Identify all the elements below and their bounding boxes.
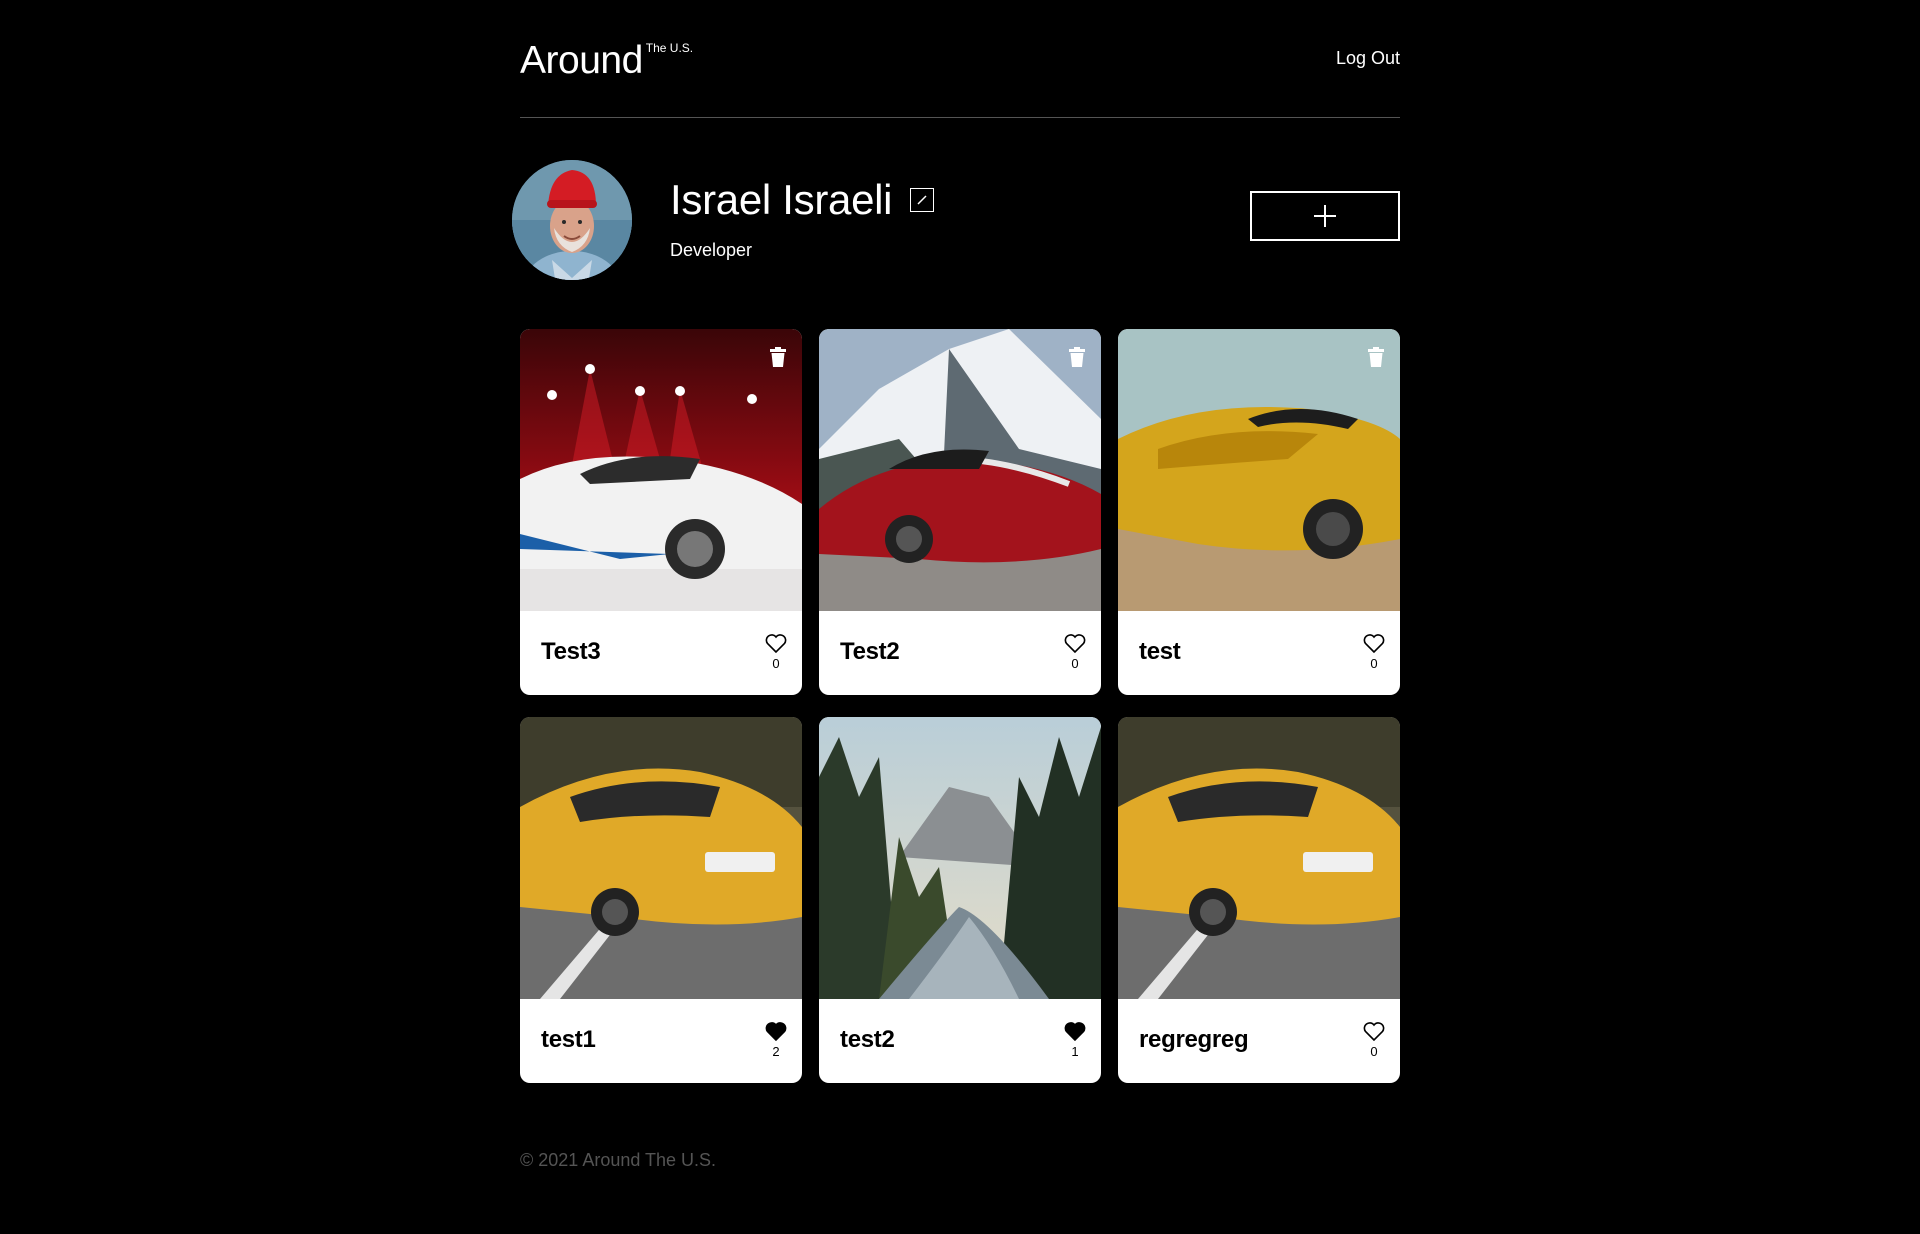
avatar-image xyxy=(512,160,632,280)
page: Around The U.S. Log Out Israel Israeli D… xyxy=(512,0,1400,1170)
logo-superscript: The U.S. xyxy=(645,41,694,55)
heart-filled-icon[interactable] xyxy=(1064,1021,1086,1041)
logo: Around The U.S. xyxy=(520,38,693,84)
trash-icon[interactable] xyxy=(1068,347,1086,367)
like-count: 0 xyxy=(1370,656,1378,671)
cards-grid: Test3 0 Test2 0 test 0 test1 2 test2 1 r… xyxy=(520,329,1400,1083)
heart-icon[interactable] xyxy=(765,633,787,653)
like-group: 0 xyxy=(1063,633,1087,671)
add-card-button[interactable] xyxy=(1250,191,1400,241)
header: Around The U.S. Log Out xyxy=(520,0,1400,118)
card-footer: test2 1 xyxy=(819,999,1101,1083)
like-group: 0 xyxy=(1362,633,1386,671)
logo-text: Around xyxy=(520,39,643,82)
card: test1 2 xyxy=(520,717,802,1083)
card-title: test xyxy=(1139,638,1181,665)
card-footer: test 0 xyxy=(1118,611,1400,695)
copyright: © 2021 Around The U.S. xyxy=(520,1150,717,1170)
like-count: 0 xyxy=(1071,656,1079,671)
plus-icon xyxy=(1314,205,1336,227)
card-footer: Test2 0 xyxy=(819,611,1101,695)
trash-icon[interactable] xyxy=(1367,347,1385,367)
edit-profile-button[interactable] xyxy=(910,188,935,212)
card: test 0 xyxy=(1118,329,1400,695)
card-title: Test2 xyxy=(840,638,900,665)
profile: Israel Israeli Developer xyxy=(512,118,1400,328)
profile-name: Israel Israeli xyxy=(670,176,893,223)
card-image[interactable] xyxy=(819,717,1101,999)
profile-info: Israel Israeli Developer xyxy=(670,176,935,261)
like-count: 2 xyxy=(772,1044,780,1059)
card: test2 1 xyxy=(819,717,1101,1083)
avatar[interactable] xyxy=(512,160,632,280)
like-count: 0 xyxy=(772,656,780,671)
heart-icon[interactable] xyxy=(1363,633,1385,653)
card-title: test1 xyxy=(541,1026,596,1053)
card-title: regregreg xyxy=(1139,1026,1249,1053)
logout-link[interactable]: Log Out xyxy=(1336,48,1400,69)
footer: © 2021 Around The U.S. xyxy=(520,1150,716,1171)
like-group: 2 xyxy=(764,1021,788,1059)
heart-icon[interactable] xyxy=(1363,1021,1385,1041)
card-title: test2 xyxy=(840,1026,895,1053)
card-footer: Test3 0 xyxy=(520,611,802,695)
heart-filled-icon[interactable] xyxy=(765,1021,787,1041)
profile-job: Developer xyxy=(670,240,753,260)
card: Test3 0 xyxy=(520,329,802,695)
card: regregreg 0 xyxy=(1118,717,1400,1083)
card: Test2 0 xyxy=(819,329,1101,695)
card-footer: test1 2 xyxy=(520,999,802,1083)
profile-name-row: Israel Israeli xyxy=(670,176,935,224)
like-count: 0 xyxy=(1370,1044,1378,1059)
like-count: 1 xyxy=(1071,1044,1079,1059)
card-title: Test3 xyxy=(541,638,601,665)
card-image[interactable] xyxy=(1118,717,1400,999)
card-image[interactable] xyxy=(520,717,802,999)
card-image[interactable] xyxy=(520,329,802,611)
trash-icon[interactable] xyxy=(769,347,787,367)
like-group: 1 xyxy=(1063,1021,1087,1059)
card-image[interactable] xyxy=(1118,329,1400,611)
like-group: 0 xyxy=(764,633,788,671)
pencil-icon xyxy=(917,195,927,205)
card-image[interactable] xyxy=(819,329,1101,611)
card-footer: regregreg 0 xyxy=(1118,999,1400,1083)
heart-icon[interactable] xyxy=(1064,633,1086,653)
like-group: 0 xyxy=(1362,1021,1386,1059)
